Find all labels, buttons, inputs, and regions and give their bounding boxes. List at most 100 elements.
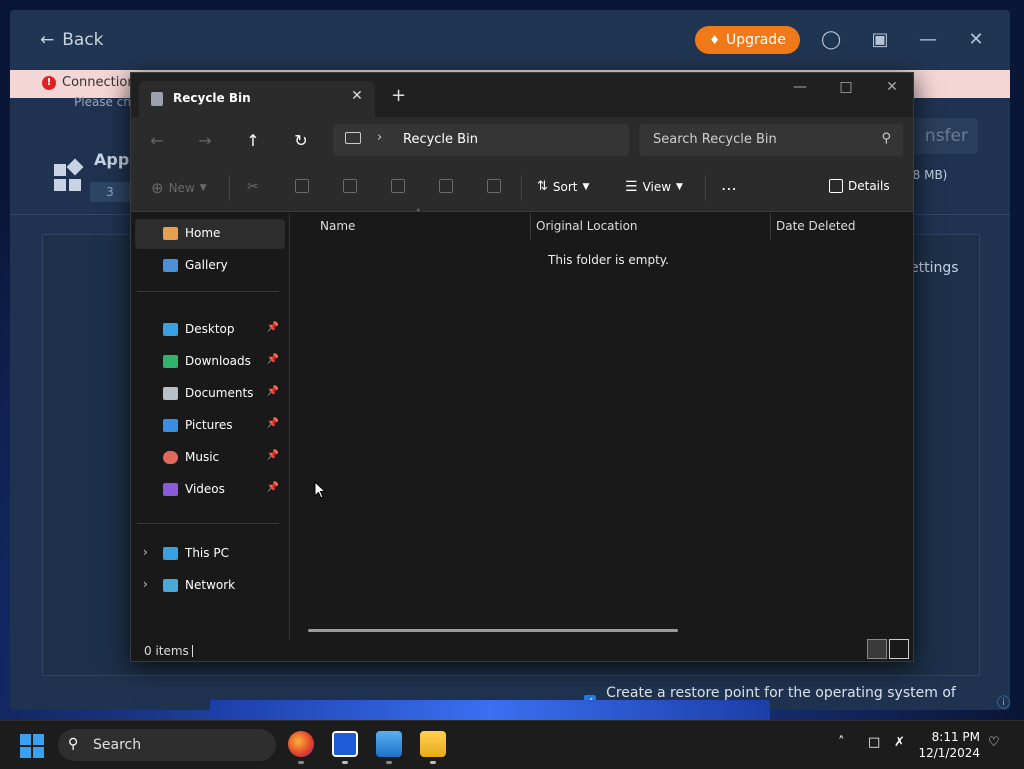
back-button[interactable]: ← Back — [40, 30, 104, 50]
chevron-down-icon: ▼ — [676, 182, 683, 192]
volume-muted-icon[interactable]: ✗ — [894, 735, 905, 750]
navigation-pane: Home Gallery Desktop 📌 Downloads 📌 Docum… — [131, 213, 290, 641]
maximize-window-icon[interactable]: □ — [831, 79, 861, 99]
nav-item-this-pc[interactable]: › This PC — [135, 539, 285, 569]
upgrade-button[interactable]: ♦ Upgrade — [695, 26, 800, 54]
nav-item-videos[interactable]: Videos 📌 — [135, 475, 285, 505]
close-window-icon[interactable]: ✕ — [877, 79, 907, 99]
close-tab-icon[interactable]: ✕ — [347, 88, 367, 104]
pin-icon[interactable]: 📌 — [267, 418, 279, 429]
rename-icon[interactable] — [391, 179, 405, 193]
sort-up-icon: ˄ — [416, 209, 421, 219]
pin-icon[interactable]: 📌 — [267, 354, 279, 365]
file-explorer-icon[interactable] — [420, 731, 446, 757]
new-tab-button[interactable]: + — [391, 85, 406, 106]
separator — [137, 291, 279, 292]
up-arrow-icon[interactable]: ↑ — [243, 131, 263, 151]
chevron-up-icon[interactable]: ˄ — [838, 735, 845, 750]
tab-recycle-bin[interactable]: Recycle Bin ✕ — [139, 81, 375, 117]
minimize-window-icon[interactable]: — — [785, 79, 815, 99]
address-path[interactable]: Recycle Bin — [403, 132, 478, 147]
forward-arrow-icon[interactable]: → — [195, 131, 215, 151]
video-icon — [163, 483, 178, 496]
column-header-name[interactable]: Name — [320, 219, 355, 233]
column-header-date-deleted[interactable]: Date Deleted — [776, 219, 856, 233]
delete-icon[interactable] — [487, 179, 501, 193]
copy-icon[interactable] — [295, 179, 309, 193]
chevron-right-icon[interactable]: › — [143, 577, 148, 591]
nav-item-documents[interactable]: Documents 📌 — [135, 379, 285, 409]
details-button[interactable]: Details — [829, 179, 890, 193]
diamond-icon: ♦ — [709, 33, 720, 47]
app-topbar: ← Back ♦ Upgrade ◯ ▣ — ✕ — [10, 10, 1010, 70]
transfer-app-icon[interactable] — [332, 731, 358, 757]
nav-item-pictures[interactable]: Pictures 📌 — [135, 411, 285, 441]
nav-item-home[interactable]: Home — [135, 219, 285, 249]
pin-icon[interactable]: 📌 — [267, 386, 279, 397]
sort-button[interactable]: ⇅ Sort ▼ — [537, 179, 589, 194]
column-divider[interactable] — [530, 213, 531, 239]
photos-icon[interactable] — [376, 731, 402, 757]
plus-circle-icon: ⊕ — [151, 179, 164, 197]
nav-item-downloads[interactable]: Downloads 📌 — [135, 347, 285, 377]
running-indicator — [298, 761, 304, 764]
view-button[interactable]: ☰ View ▼ — [625, 179, 683, 195]
document-icon — [163, 387, 178, 400]
taskbar-search[interactable]: ⚲ Search — [58, 729, 276, 761]
tiles-view-icon[interactable] — [889, 639, 909, 659]
notification-bell-icon[interactable]: ♡ — [988, 735, 1000, 750]
firefox-icon[interactable] — [288, 731, 314, 757]
pin-icon[interactable]: 📌 — [267, 482, 279, 493]
separator — [229, 175, 230, 201]
clock[interactable]: 8:11 PM 12/1/2024 — [918, 729, 980, 761]
picture-icon — [163, 419, 178, 432]
desktop-icon — [163, 323, 178, 336]
separator — [137, 523, 279, 524]
settings-link[interactable]: ettings — [910, 260, 959, 276]
horizontal-scrollbar[interactable] — [308, 629, 678, 632]
file-explorer-window: Recycle Bin ✕ + — □ ✕ ← → ↑ ↻ › Recycle … — [130, 72, 914, 662]
chevron-down-icon: ▼ — [199, 183, 207, 193]
network-icon — [163, 579, 178, 592]
recycle-bin-icon — [151, 92, 163, 106]
more-options-icon[interactable]: ⋯ — [721, 179, 737, 198]
cut-icon[interactable]: ✂ — [247, 179, 259, 195]
new-button[interactable]: ⊕ New ▼ — [151, 179, 207, 197]
nav-item-network[interactable]: › Network — [135, 571, 285, 601]
back-arrow-icon[interactable]: ← — [147, 131, 167, 151]
network-status-icon[interactable]: □ — [868, 735, 880, 750]
applications-label: Appl — [94, 150, 135, 169]
applications-count-badge: 3 — [90, 182, 130, 202]
applications-icon — [54, 158, 84, 192]
details-view-icon[interactable] — [867, 639, 887, 659]
share-icon[interactable] — [439, 179, 453, 193]
home-icon — [163, 227, 178, 240]
search-input[interactable]: Search Recycle Bin ⚲ — [639, 124, 903, 156]
paste-icon[interactable] — [343, 179, 357, 193]
help-icon[interactable]: ⓘ — [997, 692, 1010, 711]
address-bar[interactable]: › Recycle Bin — [333, 124, 629, 156]
status-divider — [192, 645, 193, 657]
arrow-left-icon: ← — [40, 30, 55, 50]
taskbar: ⚲ Search ˄ □ ✗ 8:11 PM 12/1/2024 ♡ — [0, 720, 1024, 769]
pin-icon[interactable]: 📌 — [267, 322, 279, 333]
windows-start-icon[interactable] — [20, 734, 44, 758]
clock-date: 12/1/2024 — [918, 746, 980, 760]
music-icon — [163, 451, 178, 464]
pin-icon[interactable]: 📌 — [267, 450, 279, 461]
clock-time: 8:11 PM — [931, 730, 980, 744]
chevron-right-icon[interactable]: › — [377, 130, 382, 145]
details-pane-icon — [829, 179, 843, 193]
chevron-right-icon[interactable]: › — [143, 545, 148, 559]
column-divider[interactable] — [770, 213, 771, 239]
download-box-icon[interactable]: ▣ — [870, 30, 890, 50]
refresh-icon[interactable]: ↻ — [291, 131, 311, 151]
column-header-original-location[interactable]: Original Location — [536, 219, 638, 233]
sort-arrows-icon: ⇅ — [537, 179, 548, 194]
nav-item-desktop[interactable]: Desktop 📌 — [135, 315, 285, 345]
minimize-icon[interactable]: — — [918, 30, 938, 50]
nav-item-gallery[interactable]: Gallery — [135, 251, 285, 281]
nav-item-music[interactable]: Music 📌 — [135, 443, 285, 473]
headset-icon[interactable]: ◯ — [821, 30, 841, 50]
close-icon[interactable]: ✕ — [966, 30, 986, 50]
